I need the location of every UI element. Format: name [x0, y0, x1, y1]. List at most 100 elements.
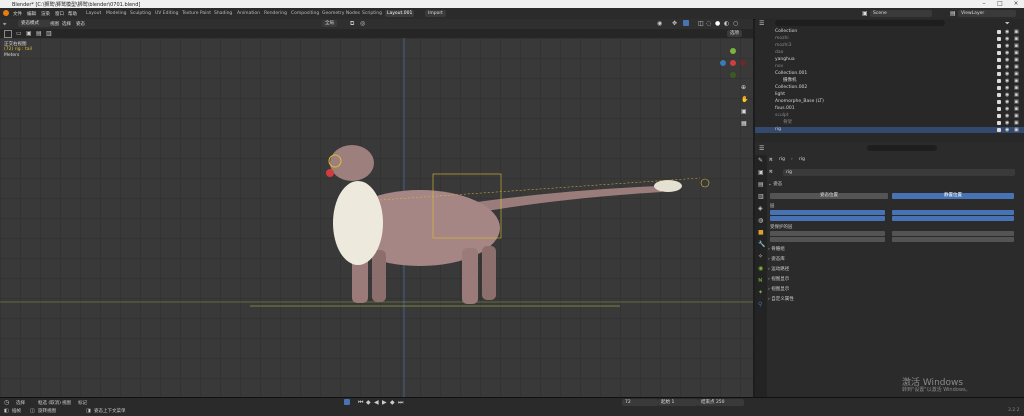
maximize-icon[interactable]: □: [992, 0, 1008, 8]
solid-shading-icon[interactable]: ●: [715, 20, 720, 27]
prev-keyframe-icon[interactable]: ◆: [366, 399, 371, 406]
bone-layer-row-1[interactable]: [770, 210, 885, 215]
start-frame-field[interactable]: 起始 1: [658, 399, 698, 406]
zoom-icon[interactable]: ⊕: [741, 84, 746, 91]
eye-icon[interactable]: ◉: [1005, 127, 1009, 133]
exclude-checkbox[interactable]: [997, 65, 1001, 69]
workspace-tab-animation[interactable]: Animation: [235, 10, 262, 17]
eye-icon[interactable]: ◉: [1005, 120, 1009, 126]
view-layer-tab-icon[interactable]: ▥: [758, 193, 764, 200]
scene-selector[interactable]: Scene: [870, 10, 932, 17]
view-layer-selector[interactable]: ViewLayer: [958, 10, 1016, 17]
play-icon[interactable]: ▶: [382, 399, 387, 406]
outliner-row-collection-001[interactable]: Collection.001 ◉ ▣: [755, 71, 1024, 77]
close-icon[interactable]: ×: [1008, 0, 1024, 8]
viewport-menu-select[interactable]: 选择: [62, 21, 71, 27]
object-tab-icon[interactable]: ■: [758, 229, 764, 236]
section-viewport-display[interactable]: › 视图显示: [768, 276, 1018, 284]
mode-selector[interactable]: 姿态模式: [18, 20, 50, 27]
outliner-row-yanghua[interactable]: yanghua ◉ ▣: [755, 57, 1024, 63]
workspace-tab-scripting[interactable]: Scripting: [360, 10, 384, 17]
gizmo-z-axis-icon[interactable]: [720, 60, 726, 66]
camera-render-icon[interactable]: ▣: [1014, 36, 1019, 42]
viewport-menu-pose[interactable]: 姿态: [76, 21, 85, 27]
outliner-editor-icon[interactable]: ☰: [759, 20, 764, 27]
section-custom-properties[interactable]: › 自定义属性: [768, 296, 1018, 304]
snap-icon[interactable]: ⧉: [350, 20, 354, 28]
exclude-checkbox[interactable]: [997, 114, 1001, 118]
current-frame-field[interactable]: 72: [622, 399, 658, 406]
blender-logo-icon[interactable]: [3, 10, 9, 16]
protected-layer-row-4[interactable]: [892, 237, 1014, 242]
end-frame-field[interactable]: 结束点 250: [698, 399, 744, 406]
outliner-row-sculpt[interactable]: sculpt ◉ ▣: [755, 113, 1024, 119]
camera-render-icon[interactable]: ▣: [1014, 120, 1019, 126]
pose-position-button[interactable]: 姿态位置: [770, 193, 888, 199]
rest-position-button[interactable]: 静置位置: [892, 193, 1014, 199]
eye-icon[interactable]: ◉: [1005, 92, 1009, 98]
workspace-tab-uv-editing[interactable]: UV Editing: [153, 10, 180, 17]
outliner-row-rig[interactable]: rig ◉ ▣: [755, 127, 1024, 133]
menu-render[interactable]: 渲染: [41, 11, 50, 17]
camera-render-icon[interactable]: ▣: [1014, 127, 1019, 133]
xray-icon[interactable]: ◫: [698, 20, 704, 27]
outliner-row-collection[interactable]: Collection ◉ ▣: [755, 29, 1024, 35]
workspace-tab-geometry-nodes[interactable]: Geometry Nodes: [320, 10, 362, 17]
object-name-field[interactable]: rig: [783, 169, 1015, 176]
outliner-row-nov[interactable]: nov ◉ ▣: [755, 64, 1024, 70]
select-extend-icon[interactable]: ▣: [26, 30, 32, 37]
exclude-checkbox[interactable]: [997, 86, 1001, 90]
proportional-edit-icon[interactable]: ◎: [360, 20, 365, 27]
particles-tab-icon[interactable]: ✧: [758, 253, 763, 260]
3d-viewport[interactable]: 正交右视图 (72) rig : tail Meters ⊕ ✋ ▣ ▦: [0, 38, 753, 397]
outliner-row-armature[interactable]: 骨架 ◉ ▣: [755, 120, 1024, 126]
outliner-search-input[interactable]: [775, 20, 945, 26]
world-tab-icon[interactable]: ◍: [758, 217, 763, 224]
viewport-menu-view[interactable]: 视图: [50, 21, 59, 27]
camera-render-icon[interactable]: ▣: [1014, 113, 1019, 119]
modifiers-tab-icon[interactable]: 🔧: [758, 241, 765, 248]
properties-search-input[interactable]: [867, 145, 937, 151]
gizmo-x-axis-icon[interactable]: [730, 60, 736, 66]
protected-layer-row-3[interactable]: [770, 237, 885, 242]
timeline-marker-menu[interactable]: 标记: [78, 400, 87, 406]
menu-file[interactable]: 文件: [13, 11, 22, 17]
navigation-gizmo[interactable]: [718, 48, 748, 78]
outliner-row-light[interactable]: light ◉ ▣: [755, 92, 1024, 98]
bone-layer-row-3[interactable]: [770, 216, 885, 221]
select-intersect-icon[interactable]: ▥: [46, 30, 52, 37]
tool-tab-icon[interactable]: ✎: [758, 157, 763, 164]
outliner-row-mozhi[interactable]: mozhi ◉ ▣: [755, 36, 1024, 42]
timeline-view-menu[interactable]: 视图: [62, 400, 71, 406]
exclude-checkbox[interactable]: [997, 51, 1001, 55]
section-viewport-display-2[interactable]: › 视图显示: [768, 286, 1018, 294]
render-tab-icon[interactable]: ▣: [758, 169, 764, 176]
camera-render-icon[interactable]: ▣: [1014, 71, 1019, 77]
gizmo-neg-y-axis-icon[interactable]: [730, 72, 736, 78]
exclude-checkbox[interactable]: [997, 37, 1001, 41]
bone-tab-icon[interactable]: ✦: [758, 289, 763, 296]
section-pose[interactable]: ⌄ 姿态: [768, 181, 1018, 189]
camera-render-icon[interactable]: ▣: [1014, 57, 1019, 63]
camera-render-icon[interactable]: ▣: [1014, 106, 1019, 112]
eye-icon[interactable]: ◉: [1005, 85, 1009, 91]
eye-icon[interactable]: ◉: [1005, 113, 1009, 119]
outliner-row-mozhi3[interactable]: mozhi3 ◉ ▣: [755, 43, 1024, 49]
pan-hand-icon[interactable]: ✋: [741, 96, 748, 103]
outliner-row-dao[interactable]: dao ◉ ▣: [755, 50, 1024, 56]
eye-icon[interactable]: ◉: [1005, 57, 1009, 63]
scene-tab-icon[interactable]: ◈: [758, 205, 763, 212]
record-toggle-icon[interactable]: [344, 399, 350, 405]
exclude-checkbox[interactable]: [997, 100, 1001, 104]
menu-window[interactable]: 窗口: [55, 11, 64, 17]
camera-render-icon[interactable]: ▣: [1014, 50, 1019, 56]
workspace-tab-shading[interactable]: Shading: [212, 10, 234, 17]
select-tool-icon[interactable]: [4, 30, 12, 38]
exclude-checkbox[interactable]: [997, 128, 1001, 132]
workspace-tab-modeling[interactable]: Modeling: [104, 10, 128, 17]
eye-icon[interactable]: ◉: [1005, 36, 1009, 42]
material-shading-icon[interactable]: ◐: [724, 20, 729, 27]
workspace-tab-texture-paint[interactable]: Texture Paint: [180, 10, 213, 17]
exclude-checkbox[interactable]: [997, 107, 1001, 111]
camera-render-icon[interactable]: ▣: [1014, 92, 1019, 98]
